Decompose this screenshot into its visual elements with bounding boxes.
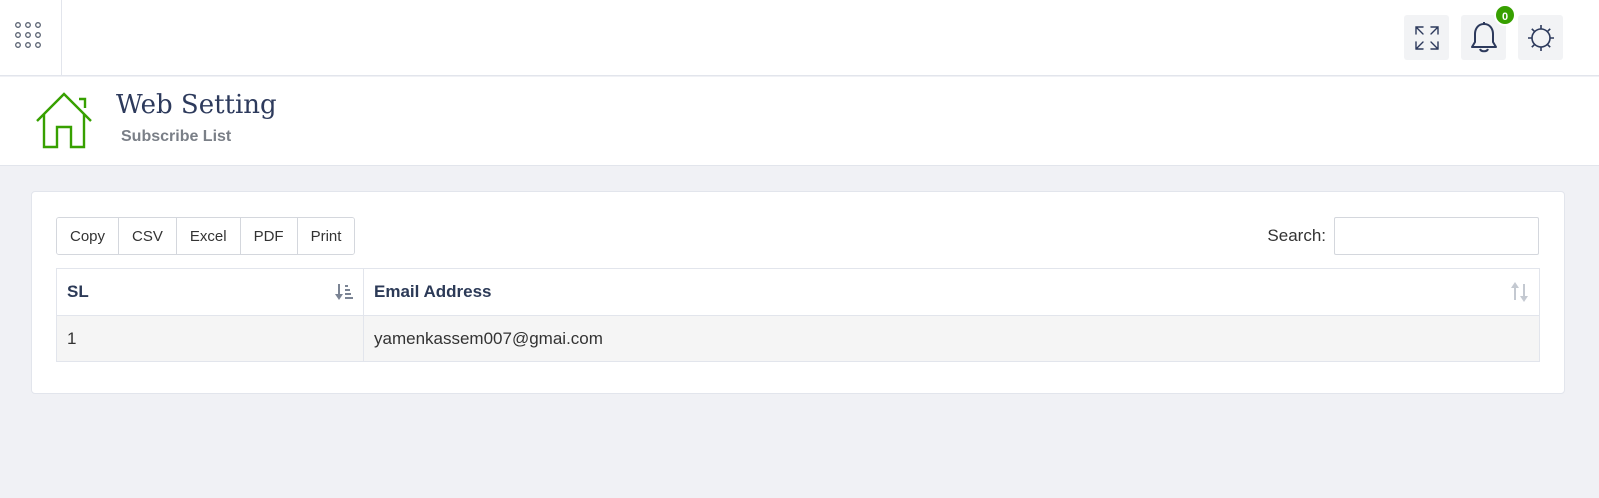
sort-both-icon: [1511, 282, 1528, 302]
column-header-label: SL: [67, 282, 89, 301]
notification-count-badge: 0: [1494, 4, 1516, 26]
home-icon: [36, 92, 92, 149]
table-search: Search:: [1267, 217, 1539, 255]
settings-button[interactable]: [1518, 15, 1563, 60]
column-header-label: Email Address: [374, 282, 492, 301]
cell-email: yamenkassem007@gmai.com: [363, 315, 1540, 362]
expand-icon: [1414, 25, 1439, 50]
copy-button[interactable]: Copy: [57, 218, 120, 254]
table-header-row: SL Email Address: [56, 268, 1540, 316]
search-label: Search:: [1267, 226, 1326, 245]
pdf-button[interactable]: PDF: [240, 218, 298, 254]
notifications-button[interactable]: 0: [1461, 4, 1516, 60]
csv-button[interactable]: CSV: [119, 218, 177, 254]
cell-sl: 1: [56, 315, 364, 362]
export-button-group: Copy CSV Excel PDF Print: [56, 217, 356, 255]
page-title: Web Setting: [116, 90, 277, 120]
page-subtitle: Subscribe List: [121, 128, 232, 145]
column-header-email[interactable]: Email Address: [363, 268, 1540, 316]
gear-icon: [1527, 24, 1554, 51]
excel-button[interactable]: Excel: [176, 218, 241, 254]
sort-ascending-icon: [335, 284, 353, 300]
subscribers-table: SL Email Address 1 yamenkassem007@gmai.c…: [56, 268, 1540, 362]
page-header: Web Setting Subscribe List: [0, 77, 1599, 166]
print-button[interactable]: Print: [297, 218, 355, 254]
menu-toggle-button[interactable]: [0, 0, 62, 76]
column-header-sl[interactable]: SL: [56, 268, 364, 316]
top-navbar: 0: [0, 0, 1599, 76]
table-row: 1 yamenkassem007@gmai.com: [56, 315, 1540, 362]
subscribe-list-card: Copy CSV Excel PDF Print Search: SL Emai…: [31, 191, 1565, 394]
grid-dots-icon: [15, 22, 41, 48]
search-input[interactable]: [1334, 217, 1539, 255]
bell-icon: [1470, 21, 1497, 52]
fullscreen-button[interactable]: [1404, 15, 1449, 60]
